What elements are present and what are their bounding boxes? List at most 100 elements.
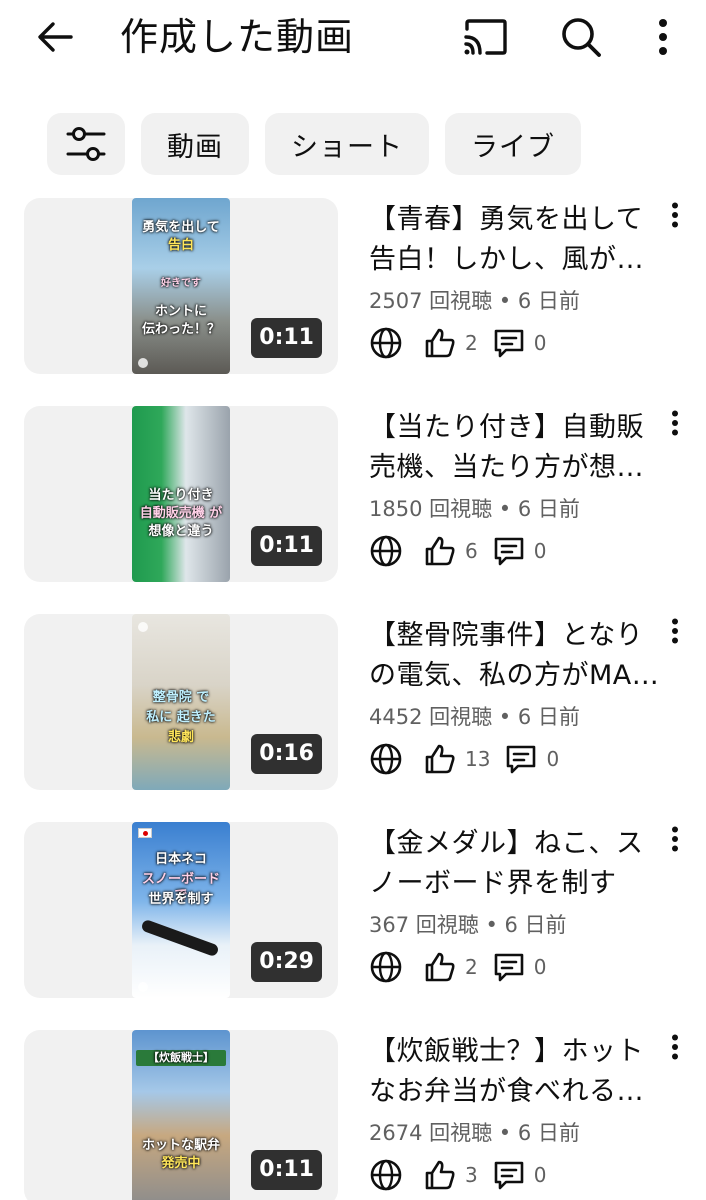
video-item[interactable]: 日本ネコ スノーボード で 世界を制す 0:29 【金メダル】ねこ、ス ノーボー… [0,822,706,998]
thumbnail-caption: 私に 起きた [146,710,216,725]
video-stats: 2 0 [369,950,560,984]
chip-live[interactable]: ライブ [445,113,581,175]
arrow-left-icon [38,22,73,52]
chip-shorts[interactable]: ショート [265,113,429,175]
video-thumbnail[interactable]: 【炊飯戦士】 ホットな駅弁 発売中 0:11 [24,1030,338,1200]
like-count: 13 [465,747,491,771]
thumbnail-caption: 告白 [167,238,194,253]
thumbs-up-icon [425,1160,455,1190]
video-title-line: 【炊飯戦士？】ホット [369,1036,644,1067]
thumbs-up-icon [425,744,455,774]
more-button[interactable] [638,12,688,62]
video-title[interactable]: 【整骨院事件】となり の電気、私の方がMA… [369,616,659,696]
video-meta: 2507 回視聴 • 6 日前 [369,289,580,313]
thumbs-up-icon [425,952,455,982]
comment-count: 0 [533,1163,547,1187]
video-stats: 13 0 [369,742,573,776]
like-count: 2 [465,331,478,355]
video-title[interactable]: 【炊飯戦士？】ホット なお弁当が食べれる… [369,1032,659,1112]
comment-count: 0 [533,539,547,563]
view-count: 1850 回視聴 [369,497,493,521]
video-more-button[interactable] [663,200,687,230]
thumbnail-caption: 当たり付き [148,488,214,503]
video-thumbnail[interactable]: 整骨院 で 私に 起きた 悲劇 0:16 [24,614,338,790]
search-button[interactable] [556,12,606,62]
video-title-line: ノーボード界を制す [369,868,617,899]
video-title-line: 告白！しかし、風が… [369,244,644,275]
comment-count: 0 [533,955,547,979]
video-title-line: なお弁当が食べれる… [369,1076,644,1107]
video-title[interactable]: 【金メダル】ねこ、ス ノーボード界を制す [369,824,659,904]
video-meta: 367 回視聴 • 6 日前 [369,913,567,937]
video-item[interactable]: 【炊飯戦士】 ホットな駅弁 発売中 0:11 【炊飯戦士？】ホット なお弁当が食… [0,1030,706,1200]
video-title-line: 売機、当たり方が想… [369,452,644,483]
more-vertical-icon [672,410,678,436]
chip-videos[interactable]: 動画 [141,113,249,175]
upload-age: 6 日前 [517,289,580,313]
video-thumbnail[interactable]: 勇気を出して 告白 好きです ホントに 伝わった！？ 0:11 [24,198,338,374]
search-icon [562,18,601,57]
video-stats: 3 0 [369,1158,560,1192]
video-stats: 2 0 [369,326,560,360]
channel-logo [138,982,148,992]
sliders-icon [66,127,106,161]
view-count: 367 回視聴 [369,913,479,937]
video-item[interactable]: 当たり付き 自動販売機 が 想像と違う 0:11 【当たり付き】自動販 売機、当… [0,406,706,582]
upload-age: 6 日前 [504,913,567,937]
thumbnail-caption: 勇気を出して [142,220,220,235]
video-title-line: 【整骨院事件】となり [369,620,644,651]
filter-chip[interactable] [47,113,125,175]
video-meta: 2674 回視聴 • 6 日前 [369,1121,580,1145]
thumbnail-caption: ホットな駅弁 [141,1138,220,1153]
duration-badge: 0:11 [251,526,322,566]
video-title[interactable]: 【青春】勇気を出して 告白！しかし、風が… [369,200,659,280]
more-vertical-icon [659,19,667,55]
video-stats: 6 0 [369,534,560,568]
thumbnail-caption: 発売中 [161,1156,201,1171]
like-count: 3 [465,1163,478,1187]
video-more-button[interactable] [663,616,687,646]
upload-age: 6 日前 [517,1121,580,1145]
more-vertical-icon [672,202,678,228]
thumbnail-caption: 世界を制す [148,892,214,907]
video-title-line: 【当たり付き】自動販 [369,412,644,443]
channel-logo [138,358,148,368]
thumbnail-caption: 日本ネコ [155,852,207,867]
globe-icon [370,1159,402,1191]
video-thumbnail[interactable]: 当たり付き 自動販売機 が 想像と違う 0:11 [24,406,338,582]
thumbs-up-icon [425,328,455,358]
duration-badge: 0:29 [251,942,322,982]
view-count: 2674 回視聴 [369,1121,493,1145]
back-button[interactable] [30,14,80,60]
video-item[interactable]: 勇気を出して 告白 好きです ホントに 伝わった！？ 0:11 【青春】勇気を出… [0,198,706,374]
cast-icon [464,19,507,55]
thumbnail-image: 日本ネコ スノーボード で 世界を制す [132,822,230,998]
like-count: 6 [465,539,478,563]
thumbnail-caption: 好きです [161,278,201,289]
video-item[interactable]: 整骨院 で 私に 起きた 悲劇 0:16 【整骨院事件】となり の電気、私の方が… [0,614,706,790]
japan-flag-icon [138,828,152,838]
channel-logo [138,622,148,632]
comment-icon [494,537,524,566]
video-thumbnail[interactable]: 日本ネコ スノーボード で 世界を制す 0:29 [24,822,338,998]
thumbnail-caption: ホントに [154,304,207,319]
page-title: 作成した動画 [120,15,355,59]
thumbnail-caption: 悲劇 [167,730,194,745]
video-title-line: 【金メダル】ねこ、ス [369,828,644,859]
comment-count: 0 [533,331,547,355]
comment-icon [494,329,524,358]
thumbnail-image: 整骨院 で 私に 起きた 悲劇 [132,614,230,790]
video-meta: 1850 回視聴 • 6 日前 [369,497,580,521]
video-more-button[interactable] [663,824,687,854]
duration-badge: 0:11 [251,318,322,358]
thumbnail-caption: 自動販売機 が [139,506,223,521]
globe-icon [370,327,402,359]
comment-count: 0 [546,747,560,771]
video-more-button[interactable] [663,1032,687,1062]
thumbnail-caption: 伝わった！？ [141,322,220,337]
video-title[interactable]: 【当たり付き】自動販 売機、当たり方が想… [369,408,659,488]
cast-button[interactable] [460,12,510,62]
globe-icon [370,951,402,983]
snowboard-shape [140,918,220,958]
video-more-button[interactable] [663,408,687,438]
